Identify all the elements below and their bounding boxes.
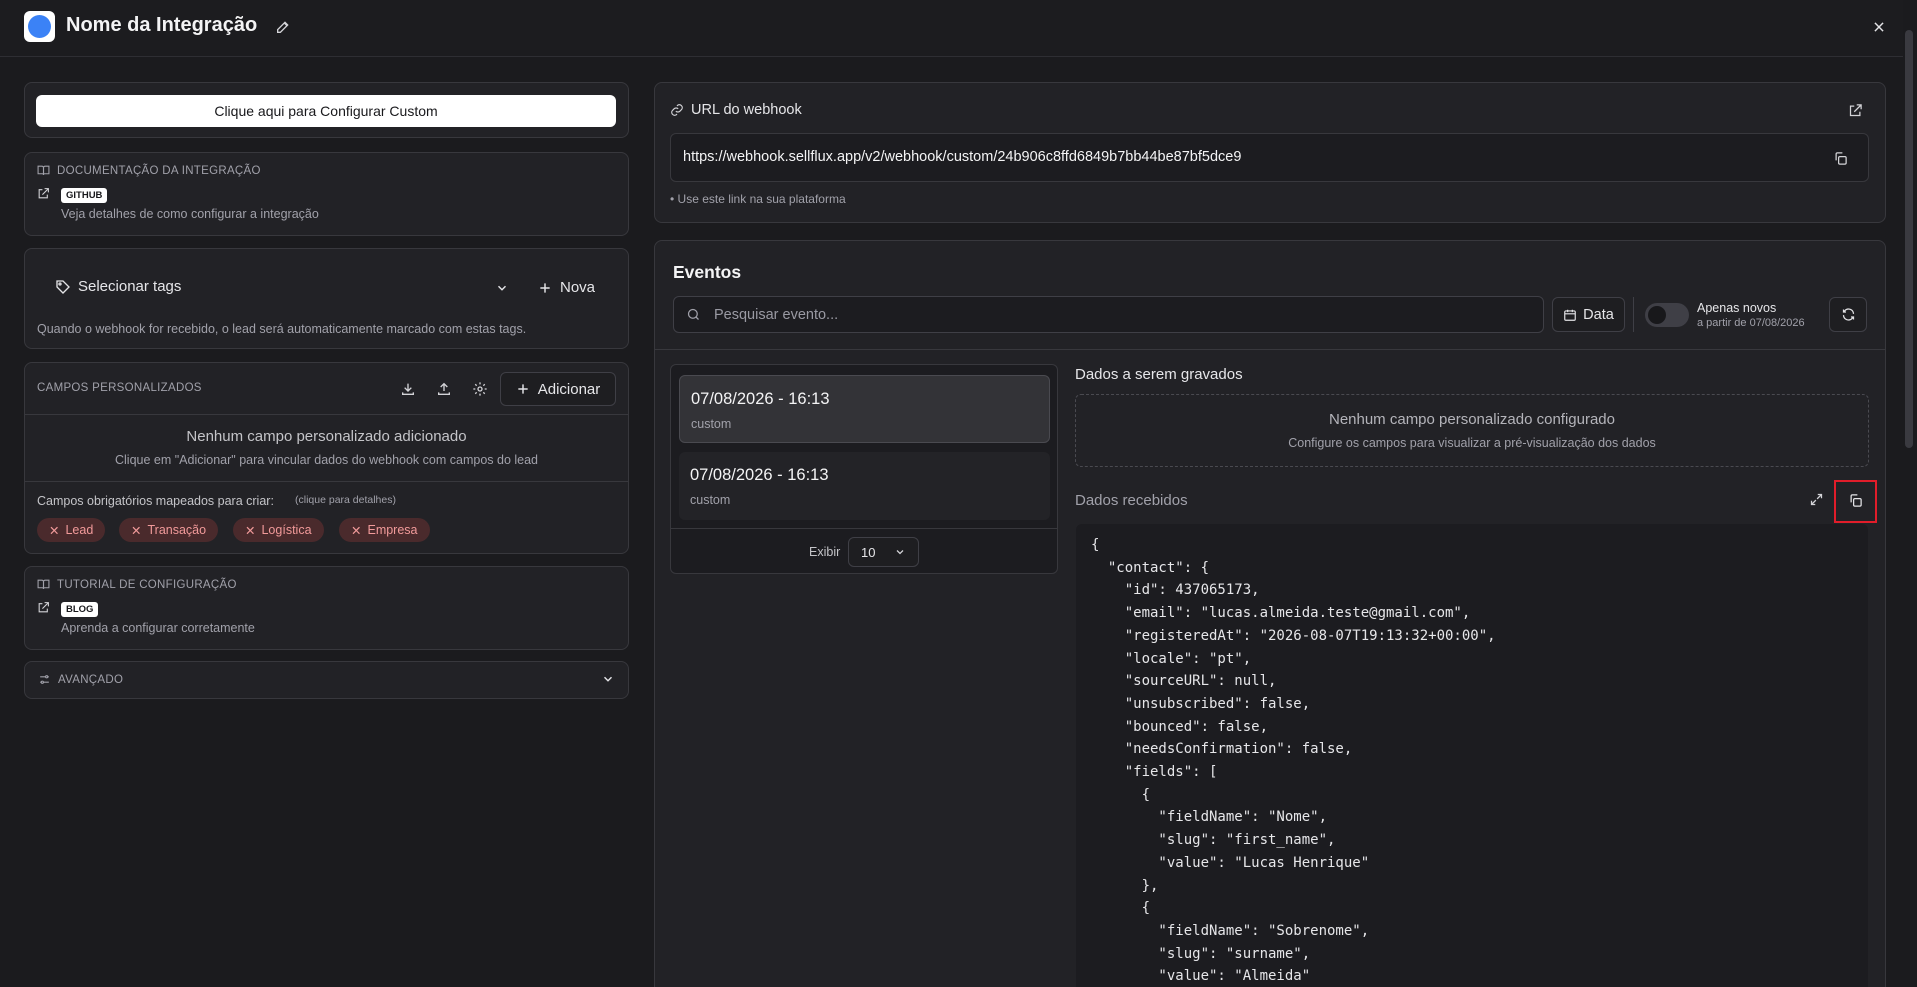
github-chip: GITHUB <box>61 188 108 203</box>
github-link[interactable]: GITHUB <box>61 185 108 203</box>
page-size-select[interactable]: 10 <box>848 537 919 567</box>
required-chip-lead[interactable]: ✕ Lead <box>37 518 106 542</box>
app-logo <box>24 11 55 42</box>
saved-data-empty: Nenhum campo personalizado configurado C… <box>1075 394 1869 467</box>
x-icon: ✕ <box>49 523 60 538</box>
page-size-label: Exibir <box>809 545 841 559</box>
gear-icon[interactable] <box>472 381 488 397</box>
scrollbar-thumb[interactable] <box>1905 30 1913 448</box>
divider <box>654 349 1886 350</box>
advanced-title: AVANÇADO <box>58 674 124 686</box>
event-type: custom <box>690 493 731 507</box>
webhook-url[interactable]: https://webhook.sellflux.app/v2/webhook/… <box>683 149 1241 165</box>
copy-icon <box>1848 493 1863 508</box>
copy-icon <box>1835 152 1847 165</box>
header: Nome da Integração <box>0 0 1917 57</box>
docs-title: DOCUMENTAÇÃO DA INTEGRAÇÃO <box>57 165 261 177</box>
add-field-button[interactable]: Adicionar <box>500 372 616 406</box>
copy-url-button[interactable] <box>1833 151 1848 166</box>
required-chip-logistica[interactable]: ✕ Logística <box>233 518 324 542</box>
tag-icon <box>55 279 71 295</box>
refresh-icon <box>1842 308 1854 321</box>
configure-custom-button[interactable]: Clique aqui para Configurar Custom <box>36 95 616 127</box>
received-json: { "contact": { "id": 437065173, "email":… <box>1076 524 1868 987</box>
search-icon <box>686 307 701 322</box>
events-title: Eventos <box>673 262 742 282</box>
add-field-label: Adicionar <box>537 380 601 398</box>
date-filter-button[interactable]: Data <box>1552 297 1625 332</box>
plus-icon <box>540 282 550 293</box>
empty-fields-title: Nenhum campo personalizado adicionado <box>186 428 467 445</box>
divider <box>670 528 1058 529</box>
saved-data-title: Dados a serem gravados <box>1075 366 1243 383</box>
event-item[interactable]: 07/08/2026 - 16:13 custom <box>679 375 1050 443</box>
expand-icon[interactable] <box>1809 492 1824 507</box>
saved-empty-sub: Configure os campos para visualizar a pr… <box>1288 436 1656 450</box>
chevron-down-icon[interactable] <box>601 672 615 686</box>
required-fields-hint[interactable]: (clique para detalhes) <box>295 494 396 506</box>
plus-icon <box>518 384 528 394</box>
calendar-icon <box>1564 309 1577 321</box>
page-size-value: 10 <box>861 544 876 560</box>
upload-icon[interactable] <box>436 381 452 397</box>
new-tag-button[interactable]: Nova <box>538 279 595 296</box>
blog-link[interactable]: BLOG <box>61 599 99 617</box>
tags-hint: Quando o webhook for recebido, o lead se… <box>37 322 527 336</box>
custom-fields-title: CAMPOS PERSONALIZADOS <box>37 382 202 394</box>
required-chip-transacao[interactable]: ✕ Transação <box>119 518 219 542</box>
download-icon[interactable] <box>400 381 416 397</box>
only-new-label: Apenas novos <box>1697 301 1777 315</box>
only-new-sub: a partir de 07/08/2026 <box>1697 317 1805 329</box>
tutorial-description: Aprenda a configurar corretamente <box>61 621 255 635</box>
chevron-down-icon <box>896 550 904 555</box>
docs-description: Veja detalhes de como configurar a integ… <box>61 207 319 221</box>
event-item[interactable]: 07/08/2026 - 16:13 custom <box>679 452 1050 520</box>
saved-empty-title: Nenhum campo personalizado configurado <box>1328 411 1615 428</box>
date-filter-label: Data <box>1583 306 1614 323</box>
divider <box>1633 297 1634 332</box>
only-new-toggle[interactable] <box>1645 303 1689 327</box>
link-icon <box>670 103 684 117</box>
webhook-hint: • Use este link na sua plataforma <box>670 192 846 206</box>
tutorial-title: TUTORIAL DE CONFIGURAÇÃO <box>57 579 237 591</box>
pencil-icon <box>277 21 289 33</box>
book-icon <box>37 578 50 591</box>
select-tags-dropdown[interactable]: Selecionar tags <box>78 278 181 295</box>
external-link-icon[interactable] <box>37 601 50 614</box>
received-data-title: Dados recebidos <box>1075 492 1188 509</box>
close-button[interactable] <box>1868 16 1890 38</box>
blog-chip: BLOG <box>61 602 99 617</box>
required-fields-label: Campos obrigatórios mapeados para criar: <box>37 494 274 508</box>
divider <box>24 481 629 482</box>
webhook-label: URL do webhook <box>691 102 802 118</box>
close-icon <box>1874 22 1884 32</box>
external-link-icon[interactable] <box>37 187 50 200</box>
new-tag-label: Nova <box>560 279 596 296</box>
x-icon: ✕ <box>245 523 256 538</box>
event-datetime: 07/08/2026 - 16:13 <box>690 466 829 484</box>
book-icon <box>37 164 50 177</box>
sliders-icon <box>38 673 51 686</box>
x-icon: ✕ <box>351 523 362 538</box>
event-datetime: 07/08/2026 - 16:13 <box>691 390 830 408</box>
chevron-down-icon[interactable] <box>495 281 509 295</box>
divider <box>24 414 629 415</box>
refresh-button[interactable] <box>1829 297 1867 332</box>
event-search-placeholder: Pesquisar evento... <box>714 307 839 323</box>
event-type: custom <box>691 417 732 431</box>
required-chip-empresa[interactable]: ✕ Empresa <box>339 518 430 542</box>
page-title: Nome da Integração <box>66 14 258 36</box>
external-link-icon[interactable] <box>1848 103 1863 118</box>
x-icon: ✕ <box>131 523 142 538</box>
empty-fields-subtitle: Clique em "Adicionar" para vincular dado… <box>115 453 538 467</box>
edit-title-button[interactable] <box>273 17 293 37</box>
